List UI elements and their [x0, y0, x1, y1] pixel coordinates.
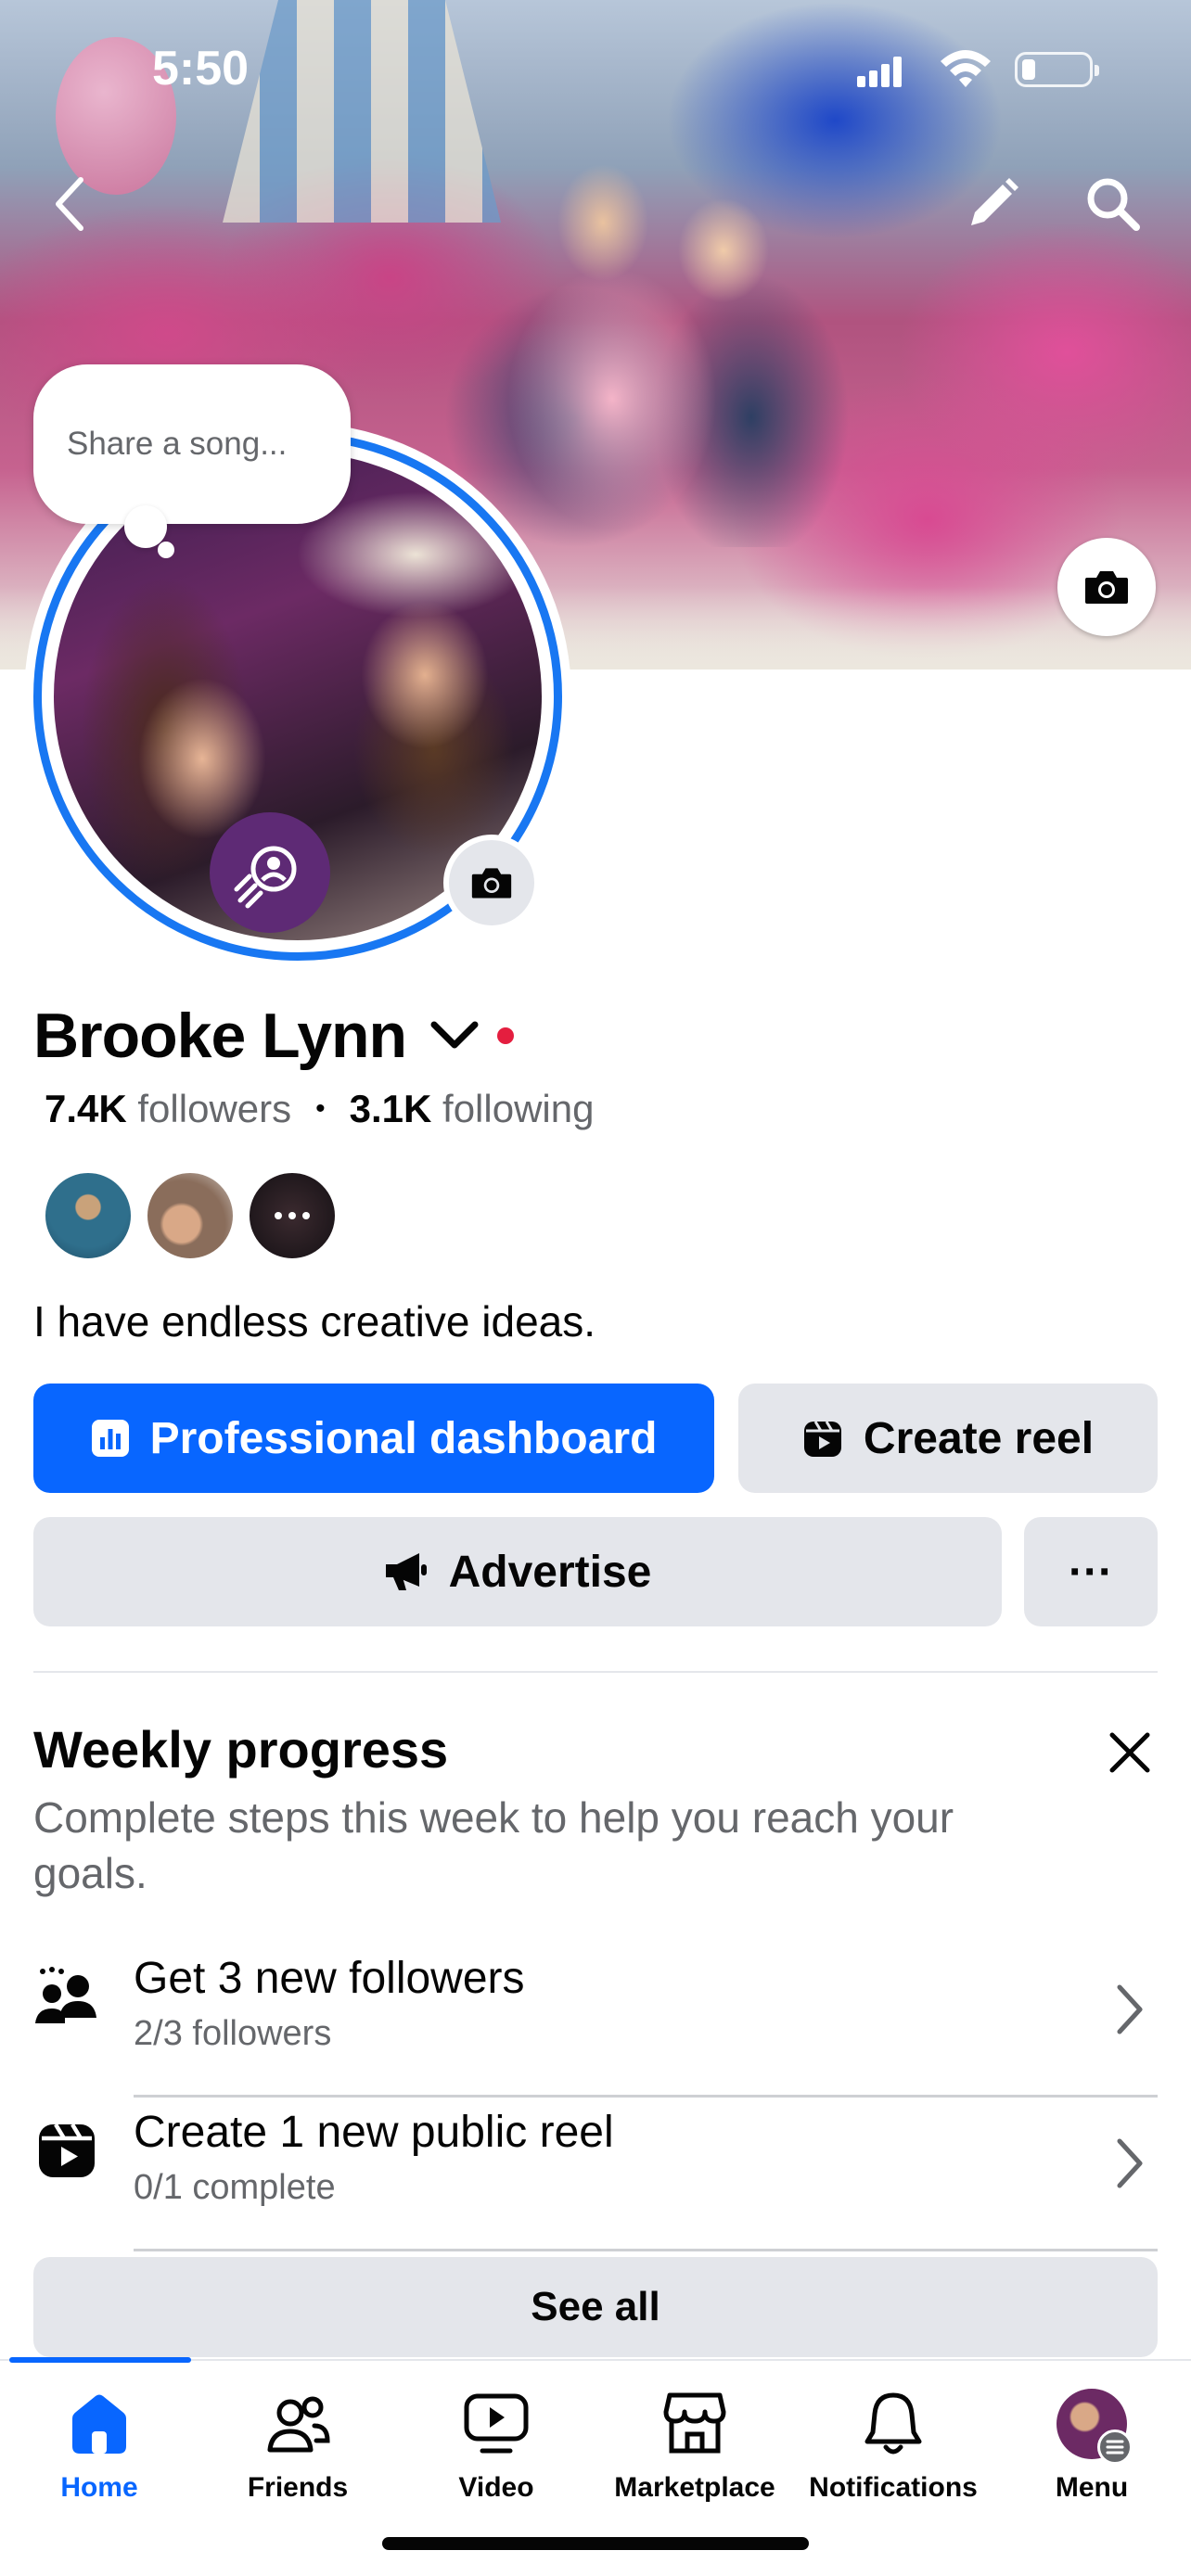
camera-icon — [471, 868, 512, 899]
wifi-icon — [941, 50, 991, 87]
profile-badge-icon — [234, 846, 297, 909]
profile-frame-badge — [210, 812, 330, 933]
weekly-progress-subtitle: Complete steps this week to help you rea… — [33, 1793, 954, 1897]
tab-label: Marketplace — [614, 2472, 775, 2503]
create-reel-label: Create reel — [863, 1413, 1095, 1463]
search-button[interactable] — [1076, 167, 1150, 241]
share-song-text: Share a song... — [67, 426, 288, 462]
task-title: Create 1 new public reel — [134, 2108, 614, 2157]
following-link[interactable]: 3.1K following — [350, 1087, 595, 1131]
profile-name: Brooke Lynn — [33, 1001, 407, 1071]
tab-label: Friends — [247, 2472, 349, 2503]
task-row[interactable]: Create 1 new public reel 0/1 complete — [0, 2098, 1191, 2251]
task-status: 2/3 followers — [134, 2014, 332, 2053]
featured-avatar[interactable] — [43, 1170, 134, 1261]
tab-label: Video — [458, 2472, 534, 2503]
profile-bio: I have endless creative ideas. — [33, 1297, 596, 1345]
camera-icon — [1085, 571, 1128, 604]
status-time: 5:50 — [152, 42, 250, 96]
status-bar: 5:50 — [0, 0, 1191, 139]
bell-icon — [856, 2387, 930, 2461]
advertise-label: Advertise — [448, 1547, 652, 1597]
advertise-button[interactable]: Advertise — [33, 1517, 1002, 1626]
stats-separator: • — [315, 1093, 326, 1124]
cover-subjects — [464, 121, 853, 547]
tab-video[interactable]: Video — [397, 2387, 596, 2517]
share-song-bubble[interactable]: Share a song... — [33, 364, 351, 524]
tab-home[interactable]: Home — [0, 2387, 198, 2517]
weekly-progress-title: Weekly progress — [33, 1720, 449, 1779]
tab-friends[interactable]: Friends — [198, 2387, 397, 2517]
task-title: Get 3 new followers — [134, 1954, 525, 2003]
tab-notifications[interactable]: Notifications — [794, 2387, 992, 2517]
friends-icon — [261, 2387, 335, 2461]
marketplace-icon — [658, 2387, 732, 2461]
reel-icon — [802, 1418, 843, 1459]
megaphone-icon — [384, 1551, 429, 1592]
people-icon — [33, 1962, 100, 2029]
tab-label: Notifications — [809, 2472, 978, 2503]
cellular-signal-icon — [857, 56, 903, 87]
more-dots-icon — [275, 1212, 310, 1219]
featured-friends-row — [43, 1170, 349, 1261]
see-all-label: See all — [531, 2284, 660, 2329]
more-actions-button[interactable]: ··· — [1024, 1517, 1158, 1626]
tab-label: Home — [60, 2472, 138, 2503]
edit-profile-button[interactable] — [955, 167, 1030, 241]
home-indicator — [382, 2537, 809, 2550]
followers-link[interactable]: 7.4K followers — [45, 1087, 291, 1131]
profile-name-row[interactable]: Brooke Lynn — [33, 994, 515, 1078]
menu-avatar-icon — [1055, 2387, 1133, 2465]
dashboard-icon — [91, 1419, 130, 1458]
back-button[interactable] — [37, 167, 102, 241]
professional-dashboard-button[interactable]: Professional dashboard — [33, 1384, 714, 1493]
professional-dashboard-label: Professional dashboard — [149, 1413, 658, 1463]
chevron-left-icon — [56, 177, 83, 231]
reel-icon — [33, 2116, 100, 2183]
followers-label: followers — [137, 1087, 292, 1130]
bubble-tail-dot-small — [158, 542, 174, 558]
battery-icon — [1015, 52, 1099, 87]
tab-label: Menu — [1055, 2472, 1129, 2503]
active-tab-indicator — [9, 2357, 191, 2363]
chevron-down-icon[interactable] — [429, 1017, 480, 1054]
task-separator — [134, 2249, 1158, 2251]
pencil-icon — [971, 178, 1018, 225]
profile-camera-button[interactable] — [443, 835, 540, 931]
create-reel-button[interactable]: Create reel — [738, 1384, 1158, 1493]
bubble-tail-dot — [124, 505, 167, 548]
notification-dot — [497, 1027, 515, 1044]
cover-camera-button[interactable] — [1057, 538, 1156, 636]
featured-more-button[interactable] — [247, 1170, 338, 1261]
following-label: following — [442, 1087, 595, 1130]
featured-avatar[interactable] — [145, 1170, 236, 1261]
close-icon — [1109, 1732, 1150, 1773]
tab-menu[interactable]: Menu — [992, 2387, 1191, 2517]
avatar — [1057, 2389, 1133, 2465]
hamburger-icon — [1097, 2429, 1133, 2465]
followers-count: 7.4K — [45, 1087, 127, 1130]
tab-marketplace[interactable]: Marketplace — [596, 2387, 794, 2517]
following-count: 3.1K — [349, 1087, 432, 1130]
profile-stats: 7.4K followers • 3.1K following — [45, 1087, 594, 1131]
home-icon — [62, 2387, 136, 2461]
chevron-right-icon — [1104, 2131, 1156, 2196]
chevron-right-icon — [1104, 1977, 1156, 2042]
see-all-button[interactable]: See all — [33, 2257, 1158, 2357]
task-status: 0/1 complete — [134, 2168, 336, 2207]
search-icon — [1087, 178, 1140, 231]
video-icon — [459, 2387, 533, 2461]
close-weekly-progress-button[interactable] — [1096, 1719, 1163, 1786]
more-actions-label: ··· — [1069, 1547, 1113, 1597]
task-row[interactable]: Get 3 new followers 2/3 followers — [0, 1944, 1191, 2098]
section-divider — [33, 1671, 1158, 1673]
